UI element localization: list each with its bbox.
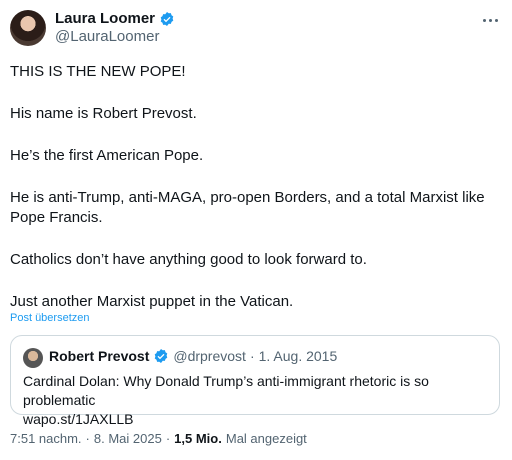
quoted-author-handle: @drprevost — [173, 348, 246, 364]
post-date[interactable]: 8. Mai 2025 — [94, 431, 162, 446]
quoted-link[interactable]: wapo.st/1JAXLLB — [23, 410, 493, 429]
post-paragraph: He’s the first American Pope. — [10, 147, 204, 164]
post-paragraph: Just another Marxist puppet in the Vatic… — [10, 293, 294, 310]
post-text: THIS IS THE NEW POPE! His name is Robert… — [10, 62, 504, 312]
quoted-headline: Cardinal Dolan: Why Donald Trump’s anti-… — [23, 373, 429, 408]
post-paragraph: THIS IS THE NEW POPE! — [10, 63, 186, 80]
translate-post-link[interactable]: Post übersetzen — [10, 312, 90, 324]
verified-badge-icon — [155, 349, 168, 363]
quoted-author-name: Robert Prevost — [49, 348, 150, 364]
post-paragraph: His name is Robert Prevost. — [10, 105, 197, 122]
author-name[interactable]: Laura Loomer — [55, 10, 155, 27]
quoted-header: Robert Prevost @drprevost · 1. Aug. 2015 — [49, 348, 337, 364]
quoted-avatar — [23, 348, 43, 368]
quoted-post-card[interactable]: Robert Prevost @drprevost · 1. Aug. 2015… — [10, 335, 500, 427]
post-time[interactable]: 7:51 nachm. — [10, 431, 82, 446]
author-name-row: Laura Loomer — [55, 10, 175, 27]
quoted-date: 1. Aug. 2015 — [258, 348, 338, 364]
dot-separator: · — [85, 431, 90, 446]
post-footer: 7:51 nachm. · 8. Mai 2025 · 1,5 Mio. Mal… — [10, 431, 307, 446]
views-count: 1,5 Mio. — [174, 431, 222, 446]
author-handle[interactable]: @LauraLoomer — [55, 28, 159, 45]
more-options-icon[interactable] — [480, 10, 500, 30]
verified-badge-icon — [160, 11, 174, 26]
dot-separator: · — [165, 431, 171, 446]
post-paragraph: Catholics don’t have anything good to lo… — [10, 251, 367, 268]
dot-separator: · — [249, 348, 255, 364]
post-paragraph: He is anti-Trump, anti-MAGA, pro-open Bo… — [10, 189, 485, 226]
views-label: Mal angezeigt — [225, 431, 307, 446]
quoted-text: Cardinal Dolan: Why Donald Trump’s anti-… — [23, 372, 493, 429]
avatar[interactable] — [10, 10, 46, 46]
